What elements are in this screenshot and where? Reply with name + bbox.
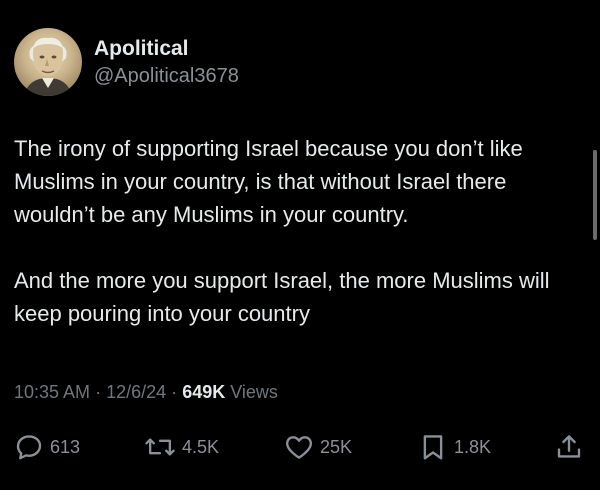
tweet-text: The irony of supporting Israel because y… bbox=[14, 132, 584, 330]
reply-count: 613 bbox=[50, 436, 81, 457]
share-button[interactable] bbox=[554, 430, 584, 464]
views-count: 649K bbox=[182, 382, 226, 402]
repost-icon bbox=[145, 438, 175, 456]
display-name[interactable]: Apolitical bbox=[94, 36, 239, 62]
like-count: 25K bbox=[320, 436, 353, 457]
portrait-avatar-icon bbox=[24, 37, 72, 96]
like-button[interactable]: 25K bbox=[284, 430, 352, 464]
tweet-header: Apolitical @Apolitical3678 bbox=[14, 28, 239, 96]
share-icon bbox=[557, 435, 581, 458]
user-names: Apolitical @Apolitical3678 bbox=[94, 36, 239, 89]
user-handle[interactable]: @Apolitical3678 bbox=[94, 63, 239, 89]
meta-separator: · bbox=[95, 382, 102, 402]
reply-icon bbox=[16, 435, 42, 460]
bookmark-icon bbox=[423, 435, 443, 460]
tweet-paragraph-2: And the more you support Israel, the mor… bbox=[14, 268, 550, 326]
tweet-time[interactable]: 10:35 AM bbox=[14, 382, 90, 402]
scrollbar[interactable] bbox=[593, 150, 597, 240]
reply-button[interactable]: 613 bbox=[14, 430, 80, 464]
bookmark-button[interactable]: 1.8K bbox=[418, 430, 491, 464]
action-bar: 613 4.5K 25K 1.8K bbox=[14, 430, 586, 464]
meta-separator: · bbox=[171, 382, 178, 402]
tweet-date[interactable]: 12/6/24 bbox=[106, 382, 166, 402]
views-label: Views bbox=[230, 382, 278, 402]
repost-button[interactable]: 4.5K bbox=[144, 430, 219, 464]
tweet-paragraph-1: The irony of supporting Israel because y… bbox=[14, 136, 523, 227]
avatar[interactable] bbox=[14, 28, 82, 96]
heart-icon bbox=[286, 436, 312, 459]
repost-count: 4.5K bbox=[182, 436, 220, 457]
bookmark-count: 1.8K bbox=[454, 436, 492, 457]
tweet-meta: 10:35 AM · 12/6/24 · 649K Views bbox=[14, 382, 278, 403]
